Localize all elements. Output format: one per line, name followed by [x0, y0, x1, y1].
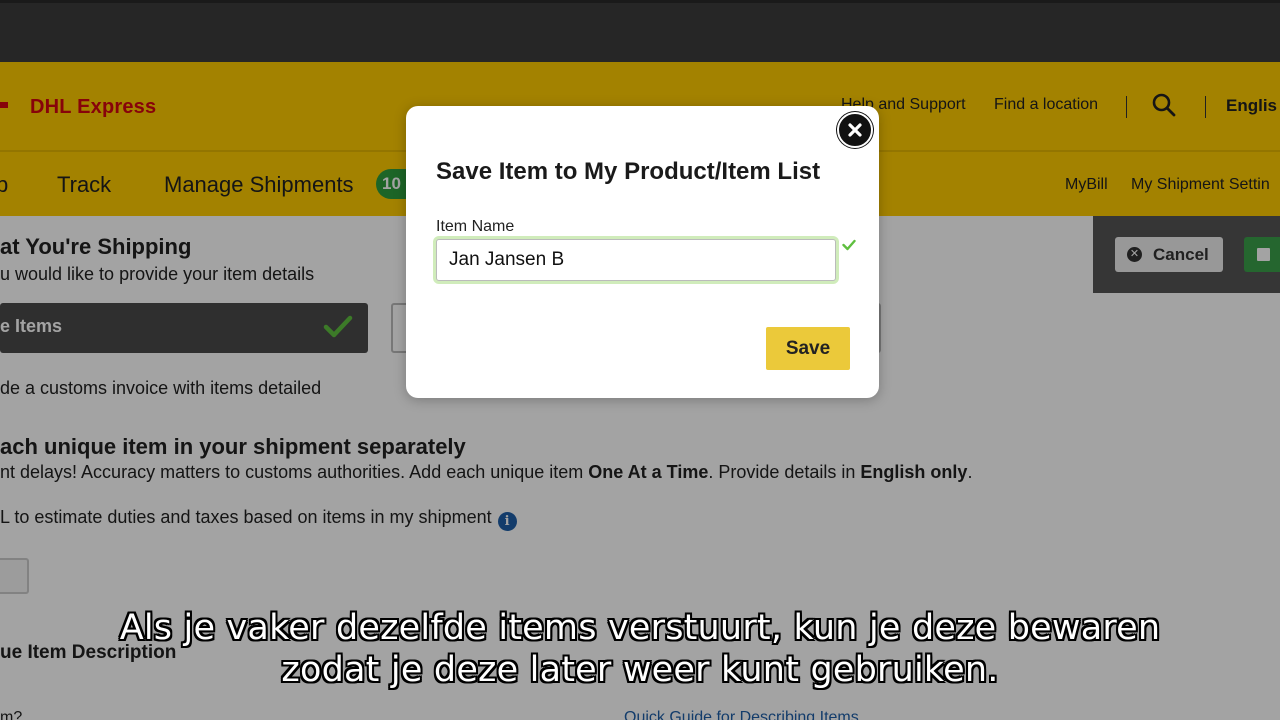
video-subtitle-line-1: Als je vaker dezelfde items verstuurt, k…: [119, 608, 1161, 648]
video-subtitle-line-2: zodat je deze later weer kunt gebruiken.: [281, 650, 999, 690]
close-icon[interactable]: [837, 112, 873, 148]
item-name-label: Item Name: [436, 218, 515, 235]
dialog-title: Save Item to My Product/Item List: [436, 158, 821, 185]
save-item-dialog: Save Item to My Product/Item List Item N…: [406, 106, 879, 398]
browser-top-bar: [0, 0, 1280, 62]
valid-check-icon: [842, 239, 856, 251]
save-button[interactable]: Save: [766, 327, 850, 370]
item-name-input[interactable]: [436, 239, 836, 281]
